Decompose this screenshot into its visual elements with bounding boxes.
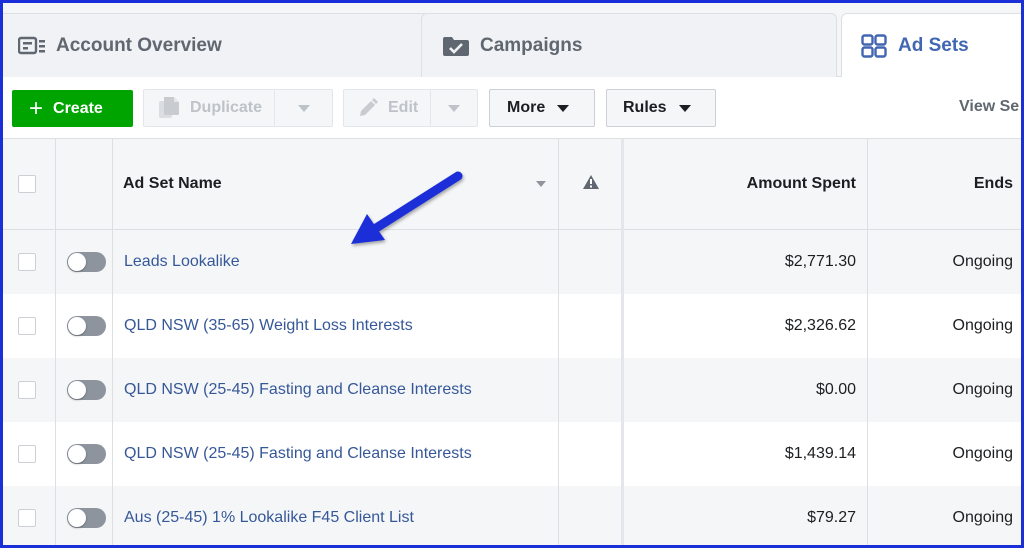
tab-label: Campaigns: [480, 34, 583, 56]
create-label: Create: [53, 99, 103, 117]
view-setup-link[interactable]: View Se: [959, 98, 1019, 116]
ad-set-name-link[interactable]: Leads Lookalike: [124, 253, 240, 271]
tab-campaigns[interactable]: Campaigns: [421, 13, 837, 77]
ends-value: Ongoing: [952, 509, 1014, 526]
toolbar: + Create Duplicate Edit More Rules View …: [3, 77, 1021, 139]
duplicate-label: Duplicate: [190, 99, 263, 116]
ad-set-name-link[interactable]: Aus (25-45) 1% Lookalike F45 Client List: [124, 509, 414, 527]
plus-icon: +: [29, 94, 44, 122]
tab-account-overview[interactable]: Account Overview: [3, 13, 429, 77]
select-all-checkbox[interactable]: [18, 175, 36, 193]
rules-button[interactable]: Rules: [606, 89, 716, 127]
sort-caret-icon[interactable]: [536, 181, 546, 187]
duplicate-icon: [158, 96, 180, 120]
select-all-cell: [18, 139, 36, 229]
campaigns-folder-icon: [442, 35, 470, 57]
tab-bar: Account Overview Campaigns Ad Sets: [3, 3, 1021, 78]
row-checkbox[interactable]: [18, 317, 36, 335]
chevron-down-icon: [448, 104, 461, 112]
create-button[interactable]: + Create: [12, 90, 133, 127]
chevron-down-icon: [297, 104, 310, 112]
column-header-ends[interactable]: Ends: [869, 139, 1013, 229]
more-label: More: [507, 99, 546, 116]
column-header-ends-label: Ends: [973, 175, 1013, 192]
ad-set-name-link[interactable]: QLD NSW (25-45) Fasting and Cleanse Inte…: [124, 381, 472, 399]
amount-spent-value: $2,326.62: [784, 317, 856, 334]
ad-set-name-link[interactable]: QLD NSW (25-45) Fasting and Cleanse Inte…: [124, 445, 472, 463]
table-row[interactable]: QLD NSW (25-45) Fasting and Cleanse Inte…: [3, 422, 1021, 486]
warning-icon: [582, 175, 599, 189]
edit-dropdown-toggle[interactable]: [431, 104, 477, 112]
tab-ad-sets[interactable]: Ad Sets: [841, 13, 1021, 78]
frozen-column-divider: [621, 139, 624, 545]
chevron-down-icon: [678, 104, 691, 112]
row-checkbox[interactable]: [18, 445, 36, 463]
column-header-amount-spent[interactable]: Amount Spent: [625, 139, 856, 229]
amount-spent-value: $0.00: [815, 381, 856, 398]
ends-value: Ongoing: [952, 253, 1014, 270]
ad-set-status-toggle[interactable]: [67, 252, 106, 272]
ad-set-status-toggle[interactable]: [67, 316, 106, 336]
screenshot-frame: Account Overview Campaigns Ad Sets + Cre…: [0, 0, 1024, 548]
ad-set-status-toggle[interactable]: [67, 508, 106, 528]
column-header-amount-label: Amount Spent: [746, 175, 856, 192]
column-header-warning[interactable]: [558, 139, 623, 229]
row-checkbox[interactable]: [18, 253, 36, 271]
column-divider: [55, 139, 56, 545]
pencil-icon: [358, 98, 378, 118]
table-header: Ad Set Name Amount Spent Ends: [3, 139, 1021, 230]
column-header-name-label: Ad Set Name: [123, 175, 222, 192]
row-checkbox[interactable]: [18, 381, 36, 399]
edit-button[interactable]: Edit: [343, 89, 478, 127]
tab-label: Ad Sets: [898, 35, 969, 56]
duplicate-button[interactable]: Duplicate: [143, 89, 333, 127]
edit-label: Edit: [388, 99, 419, 116]
ends-value: Ongoing: [952, 317, 1014, 334]
amount-spent-value: $79.27: [807, 509, 856, 526]
ends-value: Ongoing: [952, 381, 1014, 398]
row-checkbox[interactable]: [18, 509, 36, 527]
account-overview-icon: [18, 35, 46, 57]
table-row[interactable]: Leads Lookalike $2,771.30 Ongoing: [3, 230, 1021, 294]
column-divider: [558, 139, 559, 545]
duplicate-dropdown-toggle[interactable]: [275, 104, 332, 112]
ad-set-status-toggle[interactable]: [67, 444, 106, 464]
ad-sets-grid-icon: [860, 34, 888, 58]
more-button[interactable]: More: [489, 89, 595, 127]
ad-sets-table: Ad Set Name Amount Spent Ends Leads Look…: [3, 139, 1021, 545]
ad-set-status-toggle[interactable]: [67, 380, 106, 400]
column-divider: [867, 139, 868, 545]
table-row[interactable]: QLD NSW (35-65) Weight Loss Interests $2…: [3, 294, 1021, 358]
amount-spent-value: $1,439.14: [784, 445, 856, 462]
annotation-arrow-icon: [351, 171, 463, 244]
ad-set-name-link[interactable]: QLD NSW (35-65) Weight Loss Interests: [124, 317, 413, 335]
chevron-down-icon: [557, 104, 570, 112]
rules-label: Rules: [623, 99, 667, 116]
tab-label: Account Overview: [56, 34, 222, 56]
table-row[interactable]: Aus (25-45) 1% Lookalike F45 Client List…: [3, 486, 1021, 545]
ends-value: Ongoing: [952, 445, 1014, 462]
column-divider: [112, 139, 113, 545]
table-row[interactable]: QLD NSW (25-45) Fasting and Cleanse Inte…: [3, 358, 1021, 422]
amount-spent-value: $2,771.30: [784, 253, 856, 270]
